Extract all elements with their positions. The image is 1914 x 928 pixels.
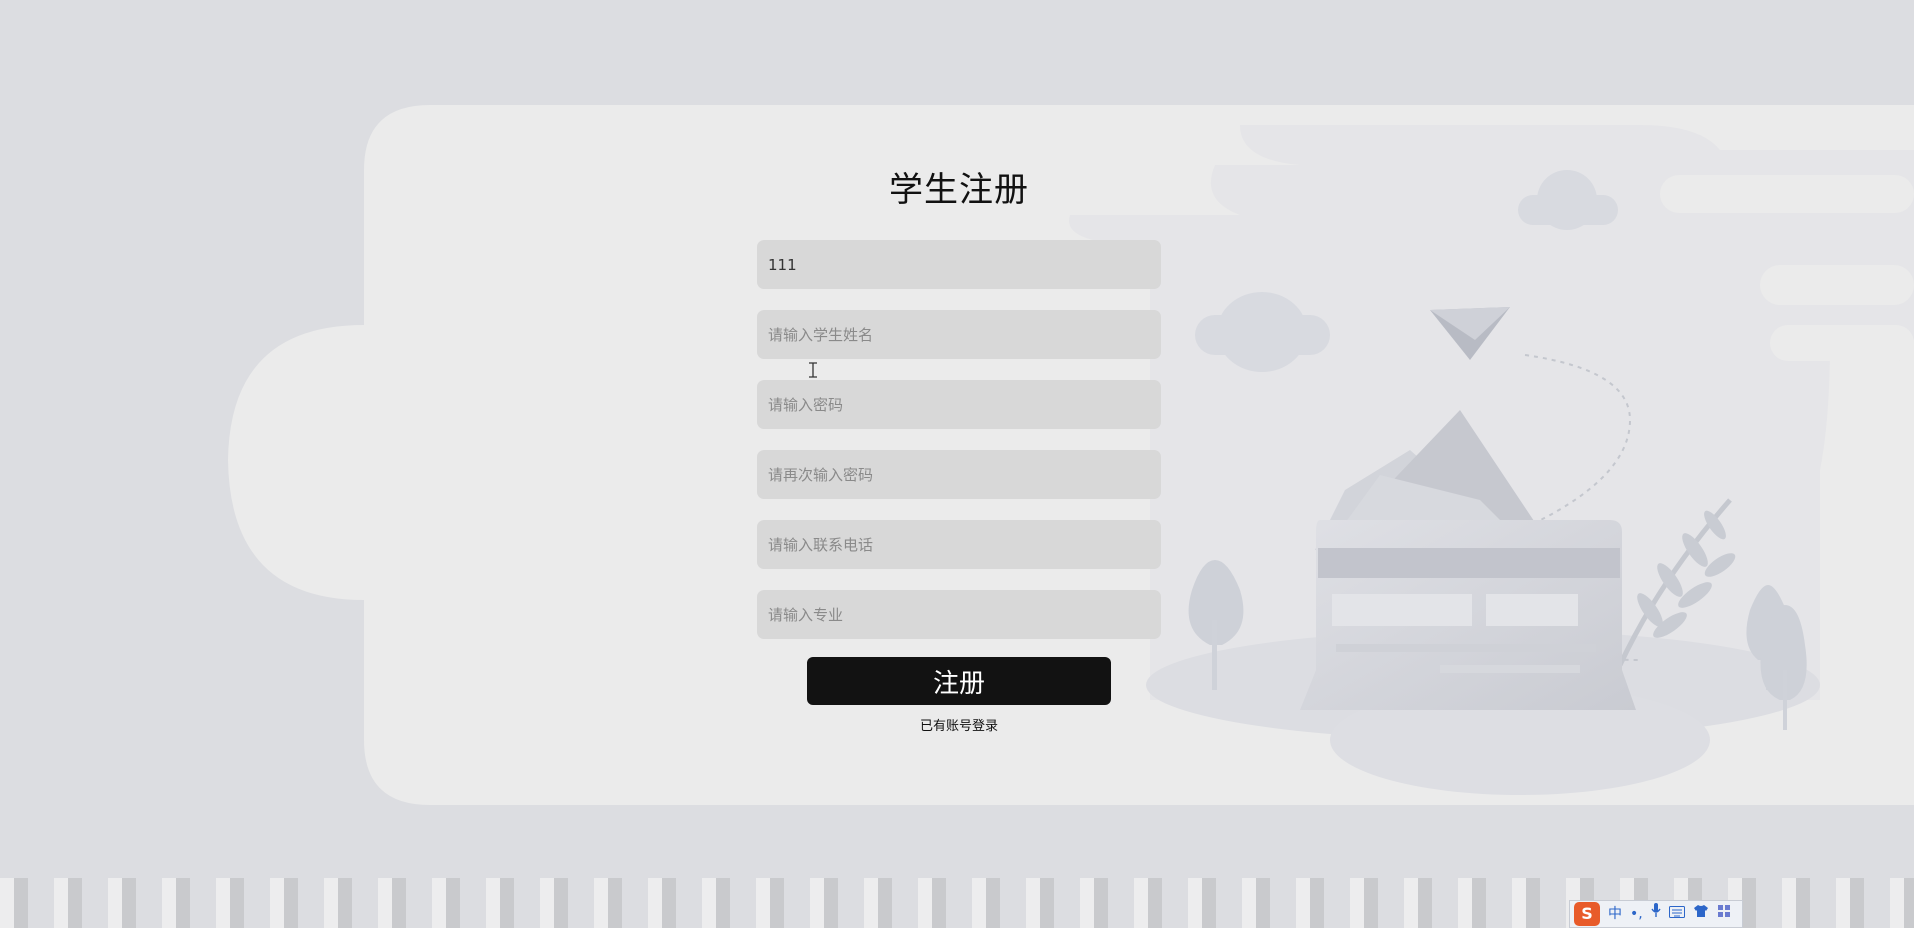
ime-punctuation[interactable]: •, xyxy=(1630,902,1643,926)
confirm-password-input[interactable] xyxy=(757,450,1161,499)
ime-toolbar[interactable]: S 中 •, xyxy=(1569,900,1743,928)
major-input[interactable] xyxy=(757,590,1161,639)
register-button[interactable]: 注册 xyxy=(807,657,1111,705)
password-input[interactable] xyxy=(757,380,1161,429)
username-input[interactable] xyxy=(757,240,1161,289)
text-cursor-icon xyxy=(808,362,818,382)
ime-chinese-mode[interactable]: 中 xyxy=(1608,902,1622,926)
student-name-input[interactable] xyxy=(757,310,1161,359)
sogou-logo-icon[interactable]: S xyxy=(1574,902,1600,926)
shirt-icon[interactable] xyxy=(1693,902,1709,926)
registration-page: 学生注册 注册 已有账号登录 S 中 •, xyxy=(0,0,1914,928)
login-link[interactable]: 已有账号登录 xyxy=(920,715,998,734)
phone-input[interactable] xyxy=(757,520,1161,569)
register-form: 学生注册 注册 已有账号登录 xyxy=(757,170,1161,734)
credit-card-illustration xyxy=(1146,170,1820,795)
keyboard-icon[interactable] xyxy=(1668,902,1685,926)
microphone-icon[interactable] xyxy=(1651,902,1661,926)
grid-icon[interactable] xyxy=(1717,902,1731,926)
page-title: 学生注册 xyxy=(889,170,1029,210)
